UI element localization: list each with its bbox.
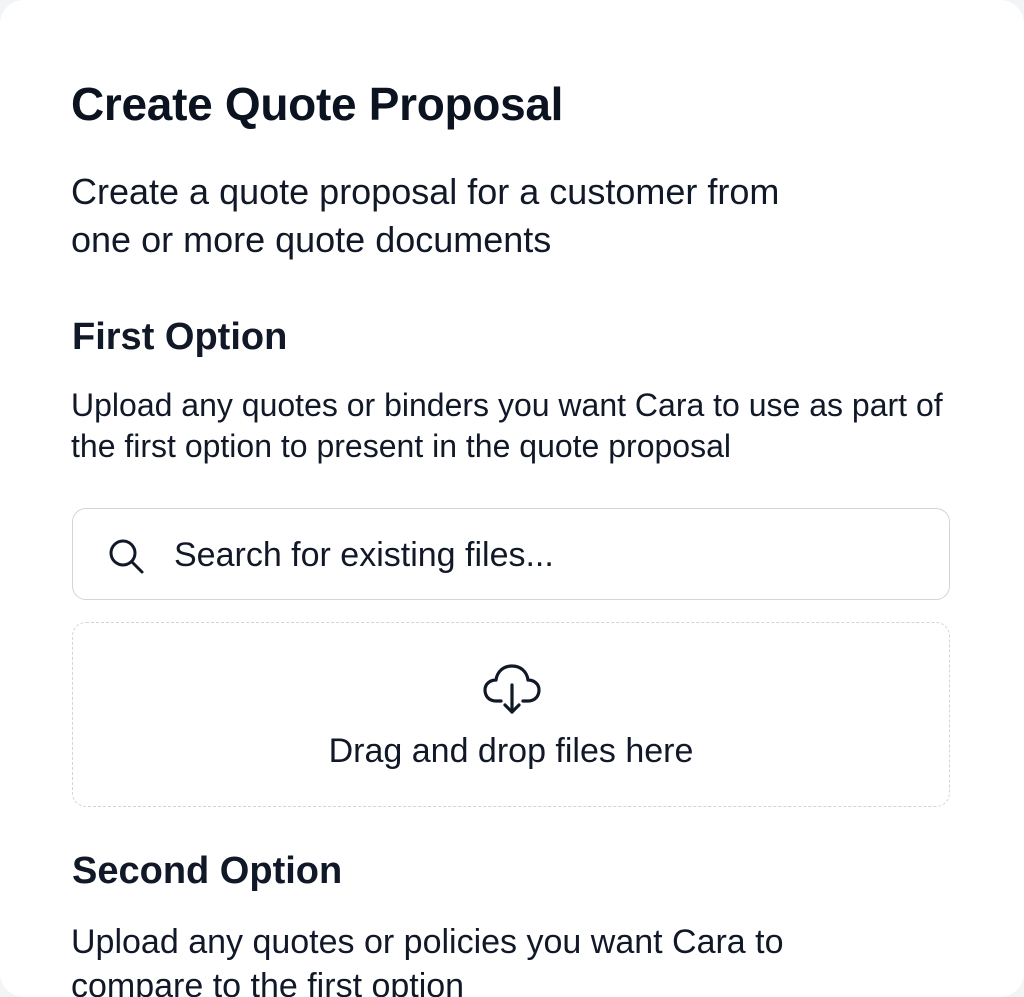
create-quote-proposal-panel: Create Quote Proposal Create a quote pro… xyxy=(0,0,1024,997)
search-icon xyxy=(109,539,144,574)
dropzone-label: Drag and drop files here xyxy=(328,732,694,770)
page-subtitle: Create a quote proposal for a customer f… xyxy=(71,171,780,260)
page-title: Create Quote Proposal xyxy=(71,78,564,130)
file-search-box[interactable] xyxy=(72,508,950,600)
second-option-description: Upload any quotes or policies you want C… xyxy=(71,923,784,997)
cloud-download-icon xyxy=(483,664,541,714)
second-option-heading: Second Option xyxy=(72,850,343,892)
search-input[interactable] xyxy=(174,527,914,583)
first-option-description: Upload any quotes or binders you want Ca… xyxy=(71,387,943,464)
first-option-heading: First Option xyxy=(72,316,288,358)
file-dropzone[interactable]: Drag and drop files here xyxy=(72,622,950,807)
